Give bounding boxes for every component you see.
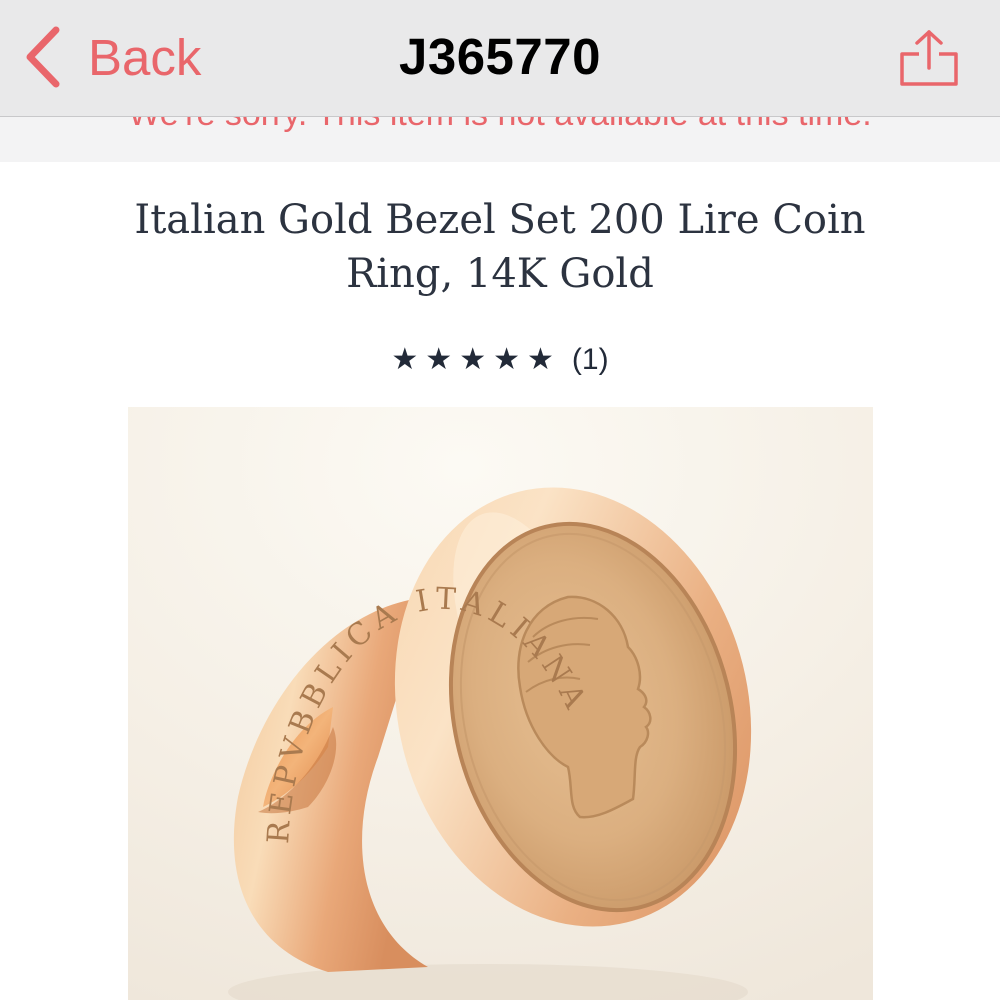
rating-stars: ★ ★ ★ ★ ★ <box>391 340 554 380</box>
product-rating[interactable]: ★ ★ ★ ★ ★ (1) <box>0 340 1000 380</box>
unavailable-message: We're sorry. This item is not available … <box>0 116 1000 134</box>
review-count: (1) <box>571 343 609 376</box>
star-icon: ★ <box>527 342 554 377</box>
product-image[interactable]: REPVBBLICA ITALIANA <box>128 407 873 1000</box>
nav-title: J365770 <box>398 28 602 85</box>
back-button[interactable]: Back <box>22 22 201 92</box>
star-icon: ★ <box>459 342 487 377</box>
unavailable-banner: We're sorry. This item is not available … <box>0 116 1000 162</box>
product-title: Italian Gold Bezel Set 200 Lire Coin Rin… <box>134 197 866 297</box>
coin-ring-image: REPVBBLICA ITALIANA <box>128 407 873 1000</box>
navigation-bar: Back J365770 <box>0 0 1000 117</box>
back-button-label: Back <box>88 28 202 86</box>
star-icon: ★ <box>425 342 453 377</box>
star-icon: ★ <box>493 342 521 377</box>
star-icon: ★ <box>391 342 419 377</box>
share-button[interactable] <box>896 28 962 88</box>
product-page: Back J365770 We're sorry. This item is n… <box>0 0 1000 1000</box>
share-icon <box>900 30 958 86</box>
chevron-left-icon <box>26 26 60 88</box>
